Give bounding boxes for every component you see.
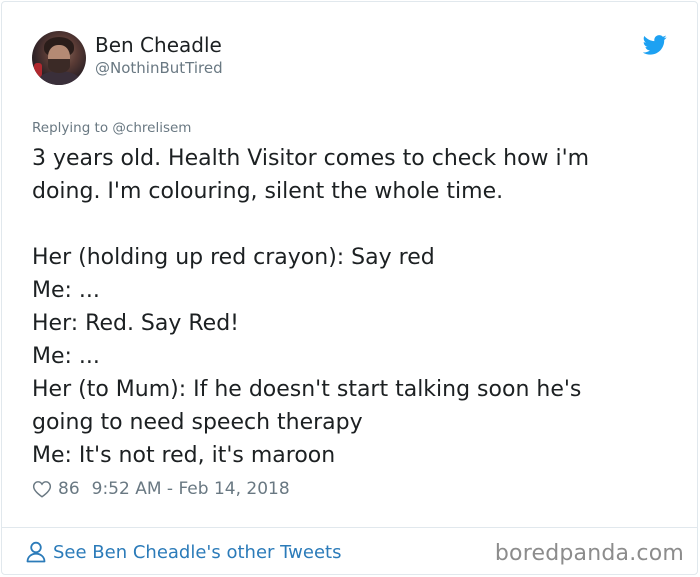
tweet-line: Her (to Mum): If he doesn't start talkin… [32,377,582,402]
tweet-line: Me: ... [32,344,100,369]
tweet-line: 3 years old. Health Visitor comes to che… [32,146,590,171]
tweet-line: Her (holding up red crayon): Say red [32,245,435,270]
twitter-bird-icon[interactable] [643,35,667,55]
tweet-text: 3 years old. Health Visitor comes to che… [32,142,589,472]
like-count[interactable]: 86 [58,479,80,499]
tweet-meta: 86 9:52 AM - Feb 14, 2018 [32,478,290,500]
footer-divider [1,527,698,528]
replying-to[interactable]: Replying to @chrelisem [32,120,191,136]
see-other-tweets-label[interactable]: See Ben Cheadle's other Tweets [53,542,341,563]
author-handle[interactable]: @NothinButTired [95,59,223,77]
tweet-line: Me: It's not red, it's maroon [32,443,336,468]
heart-icon[interactable] [32,480,52,498]
author-name[interactable]: Ben Cheadle [95,33,222,57]
tweet-line [32,208,589,241]
tweet-line: going to need speech therapy [32,410,363,435]
see-other-tweets-link[interactable]: See Ben Cheadle's other Tweets [26,540,341,564]
tweet-line: Me: ... [32,278,100,303]
avatar[interactable] [32,31,86,85]
person-icon [26,541,46,563]
tweet-line: Her: Red. Say Red! [32,311,240,336]
timestamp[interactable]: 9:52 AM - Feb 14, 2018 [92,479,290,499]
tweet-line: doing. I'm colouring, silent the whole t… [32,179,504,204]
watermark: boredpanda.com [494,541,684,566]
